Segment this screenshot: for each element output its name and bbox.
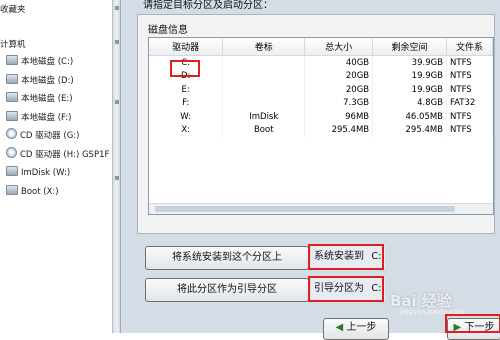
partition-dialog: 请指定目标分区及启动分区： 磁盘信息 驱动器 卷标 总大小 剩余空间 文件系 C… (120, 0, 500, 340)
prev-icon: ◀ (335, 322, 344, 333)
partition-cell: E: (149, 83, 224, 97)
nav-drive-item[interactable]: 本地磁盘 (D:) (6, 73, 74, 89)
nav-drive-label: 本地磁盘 (F:) (21, 112, 72, 123)
partition-row[interactable]: C: 40GB 39.9GB NTFS (149, 55, 493, 70)
partition-cell: NTFS (446, 110, 493, 124)
partition-cell: NTFS (446, 123, 493, 137)
nav-drive-item[interactable]: 本地磁盘 (C:) (6, 54, 73, 70)
partition-row[interactable]: X: Boot 295.4MB 295.4MB NTFS (149, 123, 493, 137)
nav-drive-item[interactable]: CD 驱动器 (H:) GSP1F (6, 146, 110, 163)
partition-row[interactable]: D: 20GB 19.9GB NTFS (149, 69, 493, 83)
watermark-url: jingyan.baidu.com (400, 308, 465, 316)
computer-label: 计算机 (0, 40, 26, 50)
partition-cell: 19.9GB (372, 69, 448, 83)
partition-cell: ImDisk (222, 110, 306, 124)
partition-cell: 295.4MB (304, 123, 374, 137)
partition-cell: NTFS (446, 83, 493, 97)
partition-cell: 19.9GB (372, 83, 448, 97)
nav-drive-label: Boot (X:) (21, 186, 59, 197)
favorites-label: 收藏夹 (0, 5, 26, 15)
col-header-fs[interactable]: 文件系 (446, 38, 493, 56)
nav-drive-label: 本地磁盘 (D:) (21, 75, 74, 86)
nav-computer[interactable]: 计算机 (0, 37, 26, 53)
splitter-grip (115, 40, 119, 44)
partition-cell: 20GB (304, 69, 374, 83)
nav-drive-item[interactable]: CD 驱动器 (G:) (6, 128, 79, 144)
partition-cell: 7.3GB (304, 96, 374, 110)
table-body: C: 40GB 39.9GB NTFS D: 20GB 19.9GB NTFS E: 20GB 19… (149, 55, 493, 137)
nav-drive-item[interactable]: 本地磁盘 (F:) (6, 110, 71, 126)
col-header-drive[interactable]: 驱动器 (149, 38, 224, 56)
disk-drive-icon (6, 73, 18, 84)
partition-cell: Boot (222, 123, 306, 137)
splitter-grip (115, 100, 119, 104)
nav-drive-item[interactable]: 本地磁盘 (E:) (6, 91, 73, 107)
nav-drive-item[interactable]: ImDisk (W:) (6, 165, 70, 181)
prev-button[interactable]: ◀ 上一步 (323, 318, 389, 340)
nav-drive-label: 本地磁盘 (E:) (21, 94, 73, 104)
disk-drive-icon (6, 92, 18, 102)
dialog-prompt: 请指定目标分区及启动分区： (143, 0, 273, 11)
disk-drive-icon (6, 166, 18, 176)
partition-cell: F: (149, 96, 224, 110)
splitter-grip (115, 6, 119, 10)
group-title: 磁盘信息 (148, 25, 188, 36)
cd-drive-icon (6, 128, 17, 139)
nav-drive-label: CD 驱动器 (G:) (20, 131, 80, 141)
partition-cell: 4.8GB (372, 96, 448, 110)
nav-drive-item[interactable]: Boot (X:) (6, 184, 59, 200)
highlight-box-drive-c (170, 60, 200, 77)
disk-info-group: 磁盘信息 驱动器 卷标 总大小 剩余空间 文件系 C: 40GB 39.9GB NTF… (137, 14, 495, 234)
nav-drive-label: ImDisk (W:) (21, 168, 71, 178)
cd-drive-icon (6, 146, 17, 158)
nav-drive-label: 本地磁盘 (C:) (21, 57, 74, 67)
partition-cell (222, 69, 306, 83)
partition-cell: 20GB (304, 83, 374, 97)
col-header-label[interactable]: 卷标 (222, 38, 306, 56)
scrollbar-thumb[interactable] (155, 206, 455, 212)
partition-row[interactable]: E: 20GB 19.9GB NTFS (149, 83, 493, 97)
highlight-box-next (445, 314, 500, 333)
partition-cell: 295.4MB (372, 123, 448, 137)
partition-cell: 46.05MB (372, 110, 448, 124)
table-header-row: 驱动器 卷标 总大小 剩余空间 文件系 (149, 38, 493, 56)
col-header-free[interactable]: 剩余空间 (372, 38, 448, 56)
horizontal-scrollbar[interactable] (149, 203, 493, 214)
highlight-box-boot (308, 276, 384, 302)
partition-cell: NTFS (446, 55, 493, 70)
partition-cell: 39.9GB (372, 55, 448, 70)
partition-cell: NTFS (446, 69, 493, 83)
install-to-partition-button[interactable]: 将系统安装到这个分区上 (145, 246, 309, 270)
partition-cell: X: (149, 123, 224, 137)
disk-drive-icon (6, 110, 18, 121)
disk-drive-icon (6, 55, 18, 65)
disk-drive-icon (6, 184, 18, 195)
partition-cell: W: (149, 110, 224, 124)
partition-cell (222, 83, 306, 97)
nav-favorites[interactable]: 收藏夹 (0, 2, 26, 18)
highlight-box-install (308, 244, 384, 270)
explorer-nav-pane: 收藏夹 计算机 本地磁盘 (C:) 本地磁盘 (D:) 本地磁盘 (E:) 本地磁盘 … (0, 0, 112, 333)
nav-drive-label: CD 驱动器 (H:) GSP1F (20, 149, 110, 160)
partition-cell (222, 96, 306, 110)
partition-cell: 40GB (304, 55, 374, 70)
partition-row[interactable]: W: ImDisk 96MB 46.05MB NTFS (149, 110, 493, 124)
set-boot-partition-button[interactable]: 将此分区作为引导分区 (145, 278, 309, 302)
partition-cell (222, 55, 306, 70)
partition-cell: 96MB (304, 110, 374, 124)
partition-row[interactable]: F: 7.3GB 4.8GB FAT32 (149, 96, 493, 110)
partition-cell: FAT32 (446, 96, 493, 110)
splitter-grip (115, 176, 119, 180)
prev-button-label: 上一步 (346, 322, 377, 333)
col-header-size[interactable]: 总大小 (304, 38, 374, 56)
